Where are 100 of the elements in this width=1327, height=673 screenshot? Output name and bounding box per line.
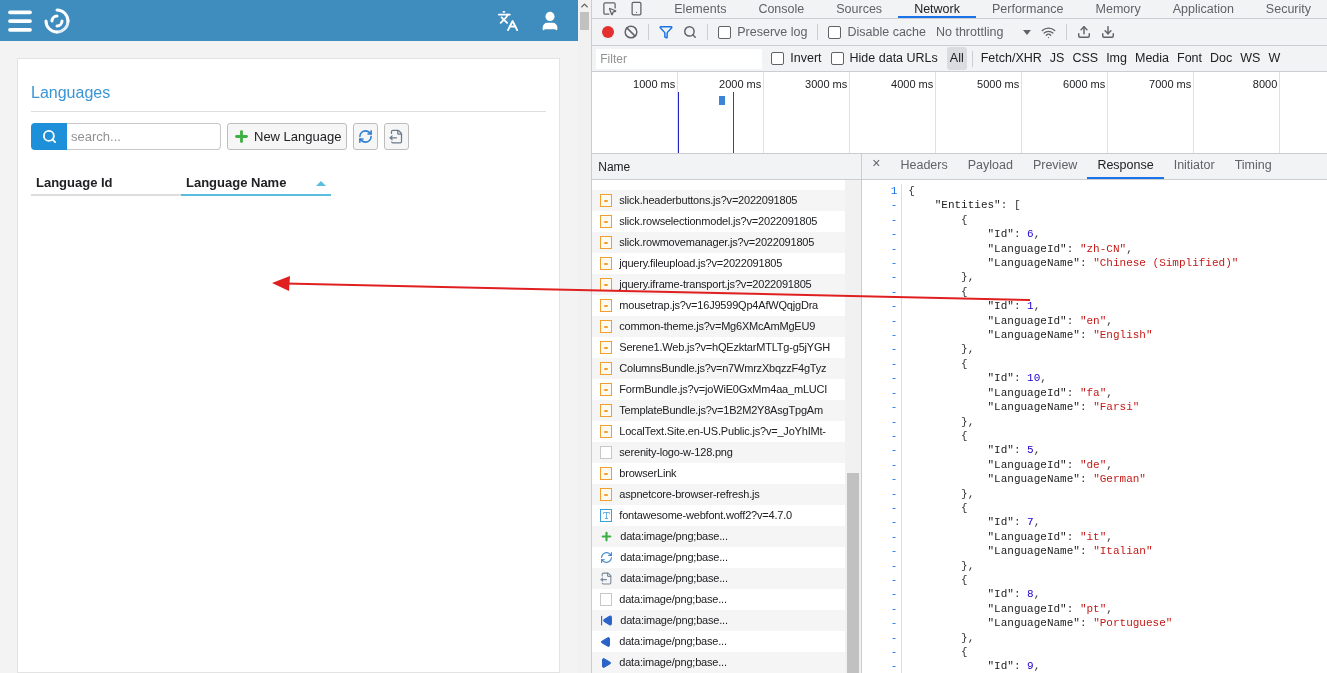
type-filter-chip[interactable]: WS bbox=[1237, 47, 1264, 70]
script-file-icon bbox=[600, 488, 613, 501]
request-row[interactable]: TemplateBundle.js?v=1B2M2Y8AsgTpgAm bbox=[592, 400, 846, 421]
checkbox[interactable] bbox=[771, 52, 785, 65]
request-row[interactable]: jquery.iframe-transport.js?v=2022091805 bbox=[592, 274, 846, 295]
request-row[interactable]: data:image/png;base... bbox=[592, 652, 846, 673]
line-number: 1 bbox=[862, 184, 903, 199]
scrollbar-thumb[interactable] bbox=[847, 473, 860, 673]
devtools-tab[interactable]: Application bbox=[1156, 0, 1250, 18]
type-filter-chip[interactable]: CSS bbox=[1069, 47, 1102, 70]
line-number: - bbox=[862, 601, 903, 617]
devtools-tab[interactable]: Security bbox=[1249, 0, 1327, 18]
devtools-tab[interactable]: Sources bbox=[820, 0, 899, 18]
download-icon[interactable] bbox=[1101, 25, 1116, 39]
devtools-tab[interactable]: Memory bbox=[1079, 0, 1157, 18]
code-line: }, bbox=[960, 486, 975, 501]
code-line: { bbox=[960, 356, 968, 372]
type-filter-chip[interactable]: W bbox=[1265, 47, 1284, 70]
line-number: - bbox=[862, 529, 903, 545]
search-icon[interactable] bbox=[683, 25, 698, 39]
detail-tab[interactable]: Payload bbox=[957, 154, 1023, 179]
column-header[interactable]: Language Id bbox=[31, 172, 181, 196]
column-header[interactable]: Language Name bbox=[181, 172, 331, 196]
timeline-tick-label: 8000 bbox=[1252, 78, 1278, 90]
script-file-icon bbox=[600, 425, 613, 438]
code-line: "Id": 9, bbox=[986, 659, 1041, 673]
clear-icon[interactable] bbox=[624, 25, 639, 39]
code-line: "LanguageId": "en", bbox=[986, 313, 1113, 329]
detail-tab[interactable]: Preview bbox=[1022, 154, 1088, 179]
request-row[interactable]: common-theme.js?v=Mg6XMcAmMgEU9 bbox=[592, 316, 846, 337]
devtools-tab[interactable]: Elements bbox=[658, 0, 743, 18]
request-row[interactable]: slick.headerbuttons.js?v=2022091805 bbox=[592, 190, 846, 211]
search-field[interactable]: search... bbox=[67, 123, 221, 150]
timeline-tick-label: 1000 ms bbox=[633, 78, 676, 90]
timeline-tick-label: 5000 ms bbox=[977, 78, 1020, 90]
type-filter-chip[interactable]: Media bbox=[1132, 47, 1173, 70]
checkbox[interactable] bbox=[718, 25, 732, 39]
line-number: - bbox=[862, 212, 903, 228]
throttling-dropdown[interactable]: No throttling bbox=[936, 22, 1032, 42]
line-number: - bbox=[862, 645, 903, 660]
detail-tab[interactable]: Initiator bbox=[1163, 154, 1225, 179]
request-row[interactable]: data:image/png;base... bbox=[592, 610, 846, 631]
column-header[interactable]: Name bbox=[598, 157, 631, 176]
swirl-logo-icon[interactable] bbox=[43, 6, 71, 35]
type-filter-chip[interactable]: Font bbox=[1174, 47, 1206, 70]
close-button[interactable]: × bbox=[862, 153, 891, 179]
filter-field[interactable]: Filter bbox=[596, 48, 763, 69]
request-row[interactable]: aspnetcore-browser-refresh.js bbox=[592, 484, 846, 505]
type-filter-chip[interactable]: All bbox=[946, 47, 967, 70]
code-line: }, bbox=[960, 342, 975, 357]
refresh-button[interactable] bbox=[353, 123, 379, 150]
line-number: - bbox=[862, 659, 903, 673]
devtools-tab[interactable]: Performance bbox=[975, 0, 1080, 18]
script-file-icon bbox=[600, 362, 613, 375]
search-button[interactable] bbox=[31, 123, 67, 150]
type-filter-chip[interactable]: JS bbox=[1046, 47, 1068, 70]
upload-icon[interactable] bbox=[1077, 25, 1092, 39]
script-file-icon bbox=[600, 299, 613, 312]
request-row[interactable]: slick.rowmovemanager.js?v=2022091805 bbox=[592, 232, 846, 253]
scroll-up-icon[interactable] bbox=[579, 0, 591, 11]
refresh-icon bbox=[358, 129, 374, 144]
export-button[interactable] bbox=[384, 123, 410, 150]
type-filter-chip[interactable]: Doc bbox=[1207, 47, 1236, 70]
blank-file-icon bbox=[600, 446, 613, 459]
code-line: "LanguageName": "German" bbox=[986, 472, 1146, 487]
code-line: { bbox=[960, 212, 968, 228]
line-number: - bbox=[862, 616, 903, 631]
detail-tab[interactable]: Response bbox=[1087, 154, 1164, 179]
checkbox[interactable] bbox=[828, 25, 842, 39]
request-row[interactable]: ColumnsBundle.js?v=n7WmrzXbqzzF4gTyz bbox=[592, 358, 846, 379]
load-marker bbox=[733, 92, 735, 153]
detail-tab[interactable]: Timing bbox=[1224, 154, 1282, 179]
list-scrollbar[interactable] bbox=[845, 180, 862, 673]
timeline-tick-label: 7000 ms bbox=[1149, 78, 1192, 90]
filter-icon[interactable] bbox=[659, 25, 674, 39]
timeline-tick-label: 2000 ms bbox=[719, 78, 762, 90]
scrollbar-thumb[interactable] bbox=[580, 12, 590, 30]
type-filter-chip[interactable]: Img bbox=[1103, 47, 1130, 70]
inspect-icon[interactable] bbox=[602, 1, 618, 16]
refresh-icon bbox=[600, 551, 614, 564]
device-icon[interactable] bbox=[629, 1, 645, 16]
sort-ascending-icon bbox=[316, 180, 326, 186]
checkbox[interactable] bbox=[830, 52, 844, 65]
code-line: { bbox=[960, 428, 968, 444]
code-line: "Id": 10, bbox=[986, 371, 1047, 386]
code-line: "LanguageName": "Chinese (Simplified)" bbox=[986, 256, 1239, 271]
line-number: - bbox=[862, 256, 903, 271]
type-filter-chip[interactable]: Fetch/XHR bbox=[977, 47, 1045, 70]
network-conditions-icon[interactable] bbox=[1041, 24, 1057, 40]
code-line: "Id": 7, bbox=[986, 515, 1041, 530]
request-row[interactable]: serenity-logo-w-128.png bbox=[592, 442, 846, 463]
devtools-tab[interactable]: Console bbox=[742, 0, 821, 18]
request-row[interactable]: data:image/png;base... bbox=[592, 526, 846, 547]
translate-icon[interactable] bbox=[496, 9, 519, 32]
record-button[interactable] bbox=[602, 26, 615, 38]
detail-tab[interactable]: Headers bbox=[890, 154, 958, 179]
timeline-tick-label: 3000 ms bbox=[805, 78, 848, 90]
code-line: { bbox=[907, 184, 915, 199]
request-row[interactable]: data:image/png;base... bbox=[592, 568, 846, 589]
new-language-button[interactable]: New Language bbox=[227, 123, 348, 150]
